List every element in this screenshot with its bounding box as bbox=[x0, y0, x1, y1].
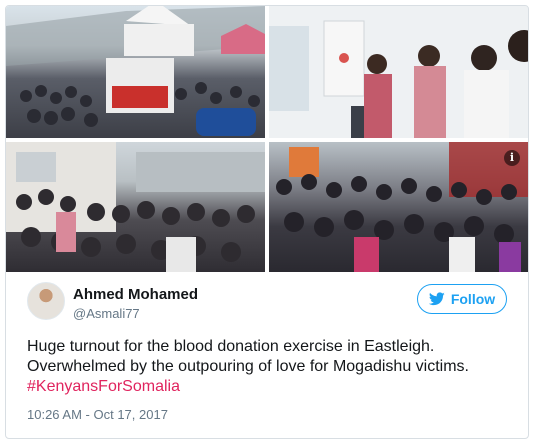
hashtag-link[interactable]: #KenyansForSomalia bbox=[27, 377, 507, 397]
photo-grid: i bbox=[6, 6, 528, 272]
follow-button[interactable]: Follow bbox=[417, 284, 507, 314]
tweet-timestamp[interactable]: 10:26 AM - Oct 17, 2017 bbox=[27, 407, 168, 422]
crowd-street-tent-photo[interactable] bbox=[6, 6, 265, 138]
donation-van-interior-photo[interactable] bbox=[269, 6, 528, 138]
info-icon[interactable]: i bbox=[504, 150, 520, 166]
tweet-text-line: Overwhelmed by the outpouring of love fo… bbox=[27, 358, 469, 375]
tweet-text-line: Huge turnout for the blood donation exer… bbox=[27, 338, 435, 355]
author-name[interactable]: Ahmed Mohamed bbox=[73, 286, 198, 303]
avatar[interactable] bbox=[27, 282, 65, 320]
crowd-bus-photo[interactable] bbox=[6, 142, 265, 272]
tweet-text: Huge turnout for the blood donation exer… bbox=[27, 337, 507, 397]
tweet-card[interactable]: i Ahmed Mohamed @Asmali77 Follow Huge tu… bbox=[5, 5, 529, 439]
tweet-author: Ahmed Mohamed @Asmali77 Follow bbox=[27, 282, 507, 328]
twitter-bird-icon bbox=[428, 292, 445, 306]
author-handle[interactable]: @Asmali77 bbox=[73, 306, 140, 321]
follow-label: Follow bbox=[450, 291, 496, 307]
crowd-outside-photo[interactable]: i bbox=[269, 142, 528, 272]
